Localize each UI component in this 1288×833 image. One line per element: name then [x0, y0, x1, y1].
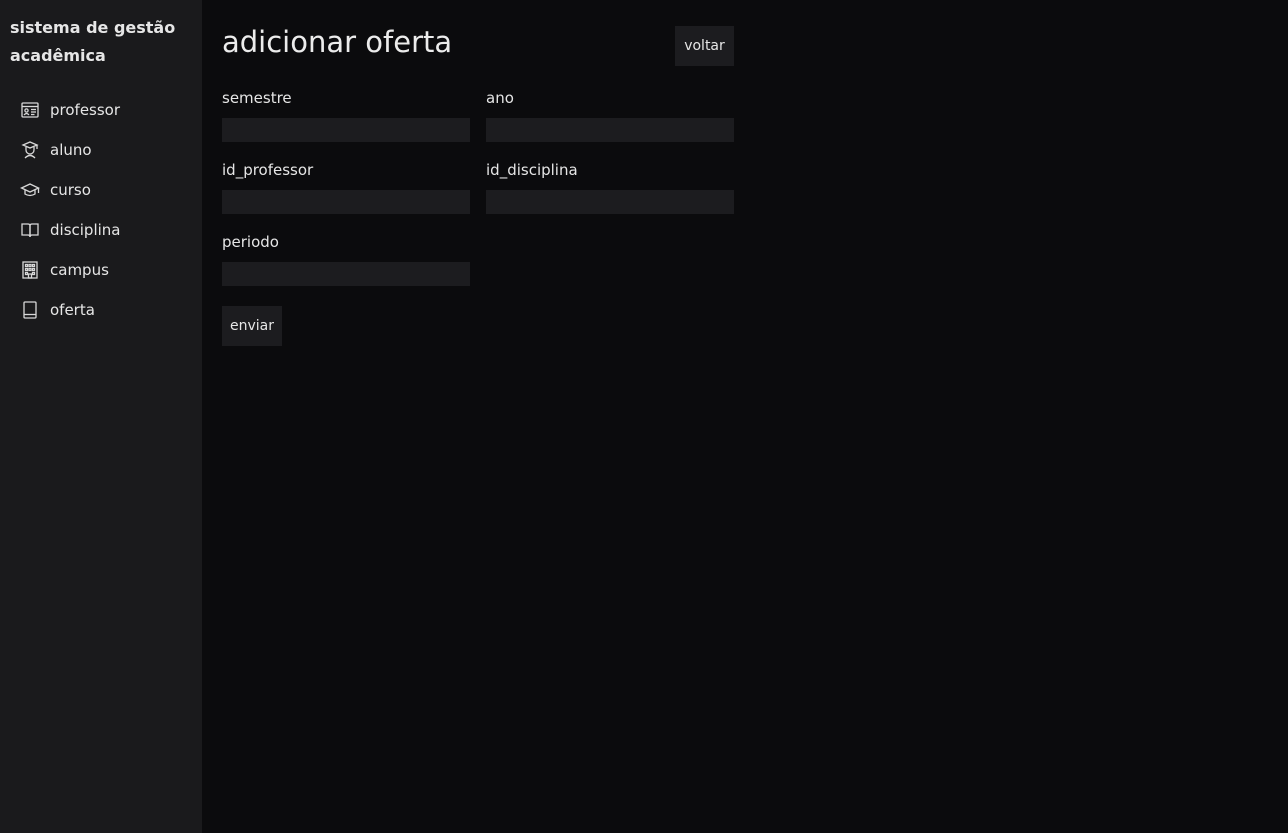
sidebar-item-label: curso — [50, 181, 91, 199]
periodo-label: periodo — [222, 233, 279, 251]
periodo-input[interactable] — [222, 262, 470, 286]
submit-button[interactable]: enviar — [222, 306, 282, 346]
id-professor-label: id_professor — [222, 161, 314, 179]
sidebar-item-curso[interactable]: curso — [0, 170, 202, 210]
back-button[interactable]: voltar — [675, 26, 734, 66]
sidebar-item-professor[interactable]: professor — [0, 90, 202, 130]
ano-label: ano — [486, 89, 514, 107]
page-title: adicionar oferta — [222, 25, 453, 59]
app-title: sistema de gestão acadêmica — [10, 18, 176, 65]
open-book-icon — [20, 220, 40, 240]
id-disciplina-input[interactable] — [486, 190, 734, 214]
sidebar: sistema de gestão acadêmica professor al… — [0, 0, 202, 833]
app: sistema de gestão acadêmica professor al… — [0, 0, 1288, 833]
id-disciplina-label: id_disciplina — [486, 161, 578, 179]
semestre-label: semestre — [222, 89, 292, 107]
sidebar-item-campus[interactable]: campus — [0, 250, 202, 290]
sidebar-nav: professor aluno curso disciplina campus … — [0, 90, 202, 330]
ano-input[interactable] — [486, 118, 734, 142]
sidebar-item-label: aluno — [50, 141, 92, 159]
sidebar-item-label: professor — [50, 101, 121, 119]
sidebar-item-label: campus — [50, 261, 109, 279]
sidebar-item-disciplina[interactable]: disciplina — [0, 210, 202, 250]
semestre-input[interactable] — [222, 118, 470, 142]
sidebar-item-label: disciplina — [50, 221, 121, 239]
main-content: adicionar oferta voltar semestre ano id_… — [202, 0, 1288, 833]
building-icon — [20, 260, 40, 280]
sidebar-item-oferta[interactable]: oferta — [0, 290, 202, 330]
id-card-icon — [20, 100, 40, 120]
student-icon — [20, 140, 40, 160]
id-professor-input[interactable] — [222, 190, 470, 214]
graduation-cap-icon — [20, 180, 40, 200]
sidebar-item-label: oferta — [50, 301, 95, 319]
book-icon — [20, 300, 40, 320]
sidebar-item-aluno[interactable]: aluno — [0, 130, 202, 170]
